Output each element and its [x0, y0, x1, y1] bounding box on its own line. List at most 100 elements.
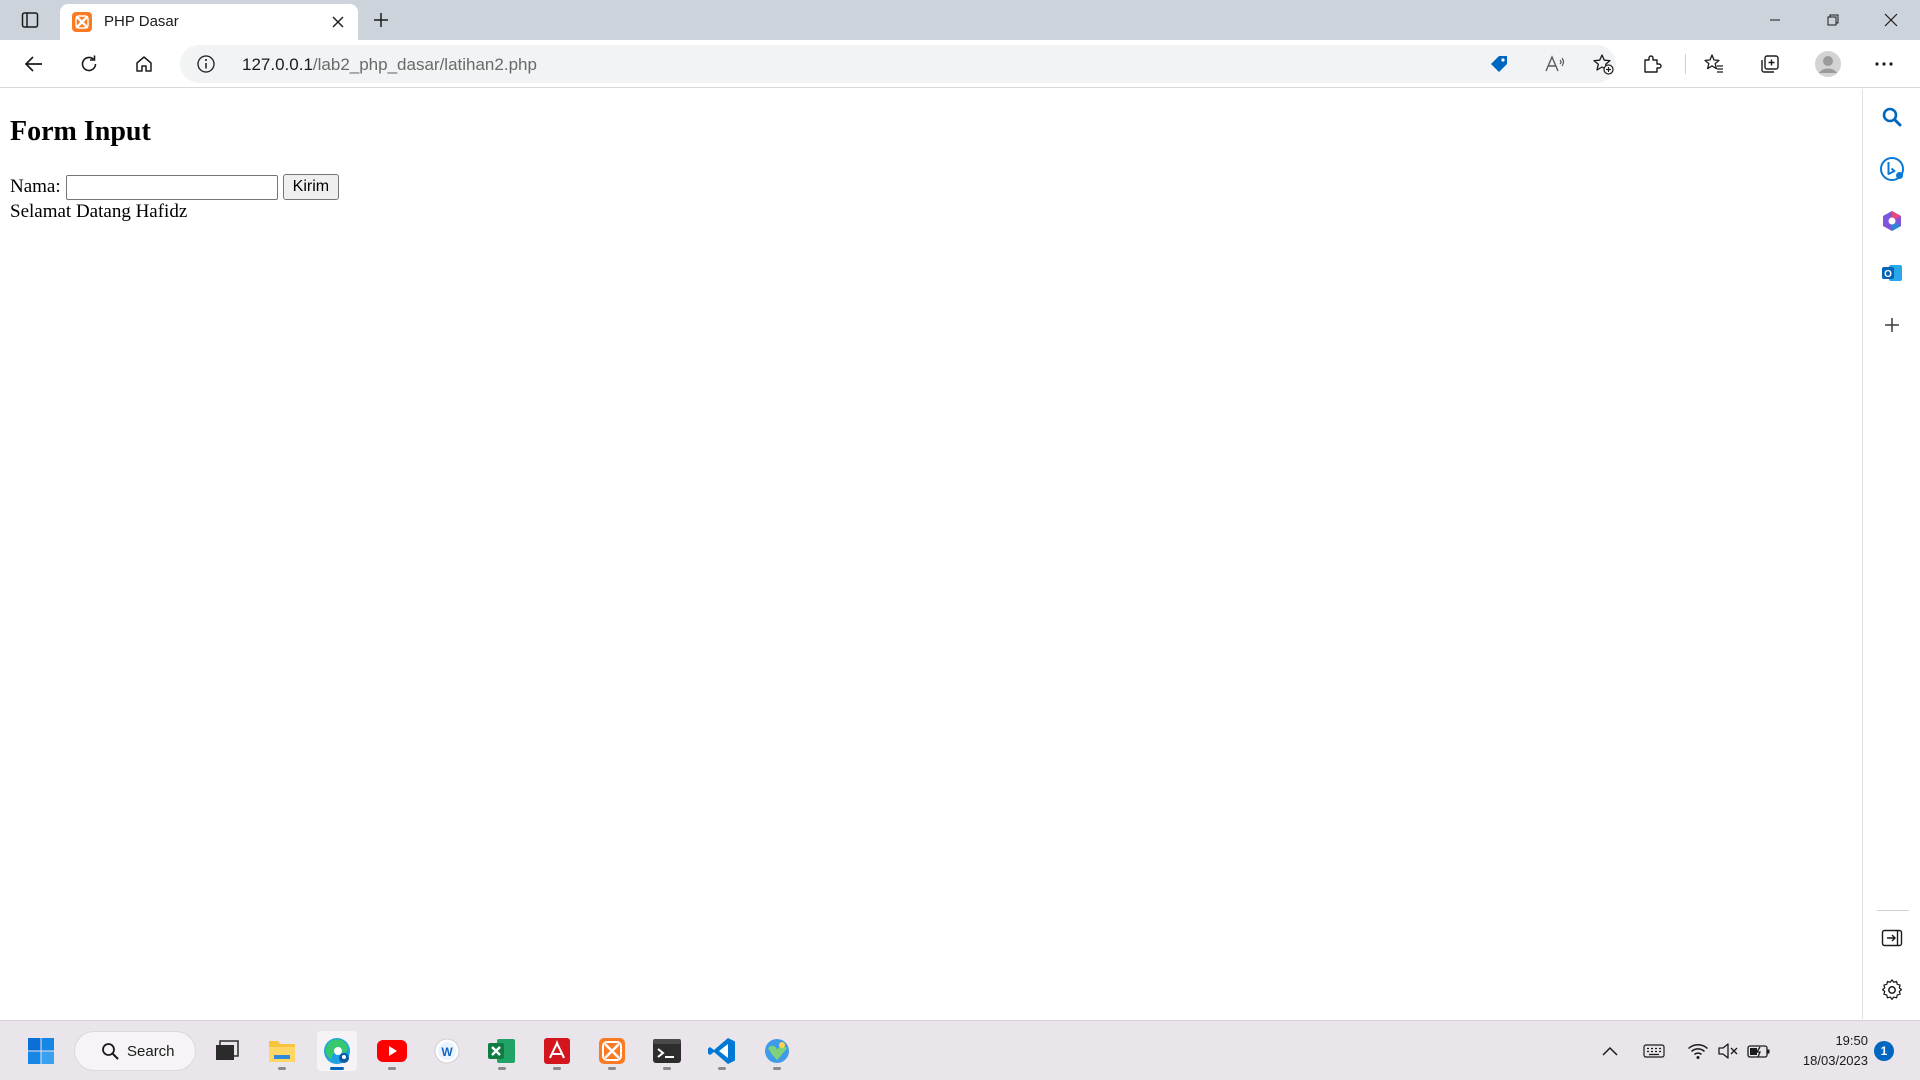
volume-muted-icon: [1718, 1043, 1738, 1059]
vscode-icon: [708, 1038, 735, 1064]
taskbar-file-explorer[interactable]: [262, 1031, 302, 1071]
url-path: /lab2_php_dasar/latihan2.php: [312, 55, 537, 74]
profile-icon: [1815, 51, 1841, 77]
tab-actions-icon: [21, 12, 39, 28]
close-window-icon: [1884, 13, 1898, 27]
svg-text:O: O: [1884, 269, 1892, 280]
start-button[interactable]: [21, 1031, 61, 1071]
restore-icon: [1827, 14, 1839, 26]
active-tab[interactable]: PHP Dasar: [60, 4, 358, 40]
taskbar-search[interactable]: Search: [74, 1031, 196, 1071]
tab-actions-button[interactable]: [14, 7, 46, 33]
edge-icon: [324, 1038, 350, 1064]
minimize-icon: [1770, 19, 1780, 21]
taskbar-youtube[interactable]: [372, 1031, 412, 1071]
web-page: Form Input Nama: Kirim Selamat Datang Ha…: [0, 89, 1862, 1019]
edge-sidebar: O: [1862, 89, 1920, 1019]
outlook-icon: O: [1882, 265, 1902, 281]
taskbar-excel[interactable]: [482, 1031, 522, 1071]
youtube-icon: [377, 1040, 407, 1062]
taskbar-edge[interactable]: [317, 1031, 357, 1071]
running-indicator: [773, 1067, 781, 1070]
address-bar[interactable]: 127.0.0.1/lab2_php_dasar/latihan2.php: [180, 45, 1616, 83]
greeting-text: Selamat Datang Hafidz: [10, 201, 188, 222]
hide-sidebar-button[interactable]: [1875, 921, 1909, 955]
keyboard-button[interactable]: [1640, 1037, 1668, 1065]
taskbar-acrobat[interactable]: [537, 1031, 577, 1071]
favorites-icon: [1704, 54, 1723, 73]
taskbar-vscode[interactable]: [702, 1031, 742, 1071]
task-view-icon: [216, 1040, 239, 1060]
tab-title: PHP Dasar: [104, 13, 179, 30]
tray-overflow-button[interactable]: [1596, 1037, 1624, 1065]
submit-button[interactable]: Kirim: [282, 174, 340, 200]
favorites-button[interactable]: [1696, 46, 1732, 82]
volume-button[interactable]: [1714, 1037, 1742, 1065]
xampp-icon: [72, 12, 92, 32]
back-icon: [24, 56, 42, 72]
close-icon: [332, 16, 344, 28]
add-icon: [1885, 318, 1899, 332]
sidebar-office-button[interactable]: [1875, 204, 1909, 238]
new-tab-button[interactable]: [366, 6, 396, 34]
sidebar-separator: [1877, 910, 1909, 911]
keyboard-icon: [1643, 1044, 1665, 1058]
taskbar-network-app[interactable]: [757, 1031, 797, 1071]
hide-sidebar-icon: [1881, 929, 1903, 947]
battery-button[interactable]: [1745, 1037, 1773, 1065]
collections-icon: [1761, 55, 1779, 73]
notification-badge[interactable]: 1: [1874, 1041, 1894, 1061]
clock-time: 19:50: [1835, 1033, 1868, 1048]
read-aloud-icon: [1545, 55, 1565, 72]
wifi-button[interactable]: [1684, 1037, 1712, 1065]
extensions-button[interactable]: [1634, 46, 1670, 82]
task-view-button[interactable]: [207, 1031, 247, 1071]
active-indicator: [330, 1067, 344, 1070]
running-indicator: [388, 1067, 396, 1070]
name-input[interactable]: [65, 174, 278, 200]
bing-chat-icon: [1880, 157, 1904, 181]
office-icon: [1883, 211, 1901, 231]
running-indicator: [663, 1067, 671, 1070]
search-label: Search: [127, 1042, 175, 1060]
add-favorite-button[interactable]: [1590, 52, 1616, 76]
running-indicator: [718, 1067, 726, 1070]
clock-date: 18/03/2023: [1802, 1053, 1868, 1068]
minimize-button[interactable]: [1746, 0, 1804, 40]
restore-button[interactable]: [1804, 0, 1862, 40]
page-heading: Form Input: [10, 116, 151, 147]
acrobat-icon: [544, 1038, 570, 1064]
url-host: 127.0.0.1: [242, 55, 313, 74]
browser-toolbar: 127.0.0.1/lab2_php_dasar/latihan2.php: [0, 40, 1920, 88]
taskbar-terminal[interactable]: [647, 1031, 687, 1071]
sidebar-bing-button[interactable]: [1875, 152, 1909, 186]
system-clock[interactable]: 19:50 18/03/2023: [1784, 1031, 1868, 1071]
more-icon: [1875, 62, 1893, 66]
name-form: Nama: Kirim: [10, 174, 340, 200]
tab-close-button[interactable]: [326, 10, 350, 34]
home-button[interactable]: [126, 46, 162, 82]
collections-button[interactable]: [1752, 46, 1788, 82]
sidebar-search-button[interactable]: [1875, 100, 1909, 134]
more-button[interactable]: [1866, 46, 1902, 82]
search-icon: [102, 1043, 119, 1060]
sidebar-settings-button[interactable]: [1875, 973, 1909, 1007]
sidebar-outlook-button[interactable]: O: [1875, 256, 1909, 290]
xampp-icon: [599, 1038, 625, 1064]
running-indicator: [498, 1067, 506, 1070]
chevron-up-icon: [1602, 1046, 1618, 1056]
name-label: Nama:: [10, 176, 61, 197]
sidebar-add-button[interactable]: [1875, 308, 1909, 342]
close-window-button[interactable]: [1862, 0, 1920, 40]
extensions-icon: [1644, 55, 1662, 73]
shopping-button[interactable]: [1486, 52, 1512, 76]
back-button[interactable]: [16, 46, 52, 82]
url-text[interactable]: 127.0.0.1/lab2_php_dasar/latihan2.php: [242, 55, 537, 75]
add-favorite-icon: [1593, 54, 1614, 75]
info-icon[interactable]: [196, 54, 216, 74]
taskbar-app[interactable]: W: [427, 1031, 467, 1071]
refresh-button[interactable]: [71, 46, 107, 82]
read-aloud-button[interactable]: [1542, 52, 1568, 76]
profile-button[interactable]: [1810, 46, 1846, 82]
taskbar-xampp[interactable]: [592, 1031, 632, 1071]
